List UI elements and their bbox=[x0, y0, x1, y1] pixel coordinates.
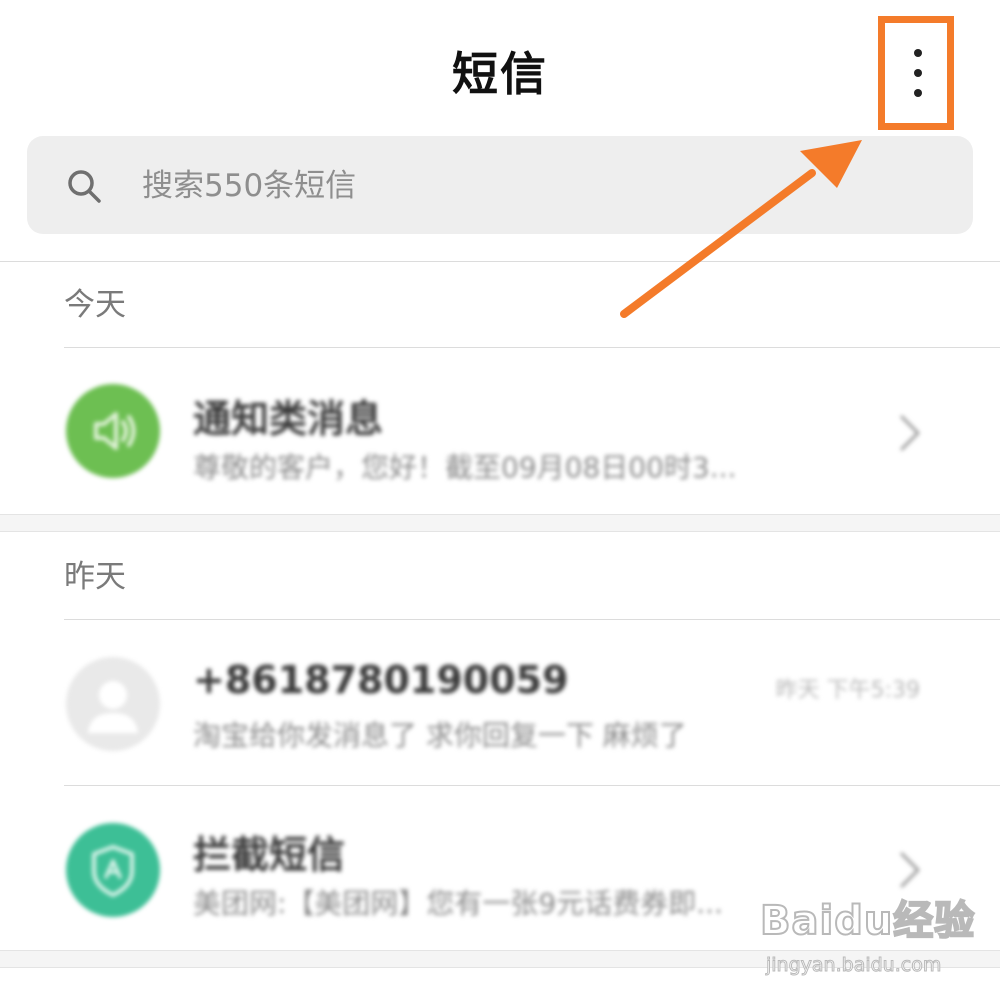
conversation-row-phone[interactable]: +8618780190059 昨天 下午5:39 淘宝给你发消息了 求你回复一下… bbox=[0, 620, 1000, 785]
avatar bbox=[66, 657, 160, 751]
section-separator bbox=[0, 514, 1000, 532]
search-input[interactable]: 搜索550条短信 bbox=[142, 166, 356, 206]
conversation-timestamp: 昨天 下午5:39 bbox=[775, 678, 920, 703]
chevron-right-icon bbox=[900, 852, 920, 888]
more-vertical-icon-dot-mid bbox=[914, 69, 922, 77]
conversation-title: 通知类消息 bbox=[193, 397, 384, 441]
watermark-site: jingyan.baidu.com bbox=[765, 954, 942, 977]
conversation-title: +8618780190059 bbox=[193, 658, 569, 702]
messages-screen: 短信 搜索550条短信 今天 通知类消息 尊敬的客户，您好！截至09月08日00… bbox=[0, 0, 1000, 1000]
speaker-icon bbox=[94, 412, 136, 450]
person-icon bbox=[88, 681, 138, 733]
divider bbox=[0, 261, 1000, 262]
conversation-row-notifications[interactable]: 通知类消息 尊敬的客户，您好！截至09月08日00时3... bbox=[0, 348, 1000, 514]
section-label-today: 今天 bbox=[64, 287, 126, 323]
more-vertical-icon-dot-bottom bbox=[914, 89, 922, 97]
avatar bbox=[66, 384, 160, 478]
more-vertical-icon-dot-top bbox=[914, 49, 922, 57]
chevron-right-icon bbox=[900, 415, 920, 451]
app-header: 短信 bbox=[0, 0, 1000, 130]
shield-icon bbox=[92, 845, 134, 897]
baidu-jingyan-watermark: Baidu经验 jingyan.baidu.com bbox=[759, 888, 990, 988]
conversation-title: 拦截短信 bbox=[193, 833, 346, 877]
avatar bbox=[66, 823, 160, 917]
search-icon bbox=[68, 170, 101, 203]
section-label-yesterday: 昨天 bbox=[64, 559, 126, 595]
watermark-logo: Baidu经验 bbox=[759, 897, 976, 945]
conversation-preview: 美团网:【美团网】您有一张9元话费券即... bbox=[193, 887, 723, 920]
conversation-preview: 尊敬的客户，您好！截至09月08日00时3... bbox=[193, 451, 737, 484]
page-title: 短信 bbox=[452, 47, 548, 101]
more-options-button[interactable] bbox=[878, 16, 954, 130]
conversation-preview: 淘宝给你发消息了 求你回复一下 麻烦了 bbox=[193, 719, 687, 752]
